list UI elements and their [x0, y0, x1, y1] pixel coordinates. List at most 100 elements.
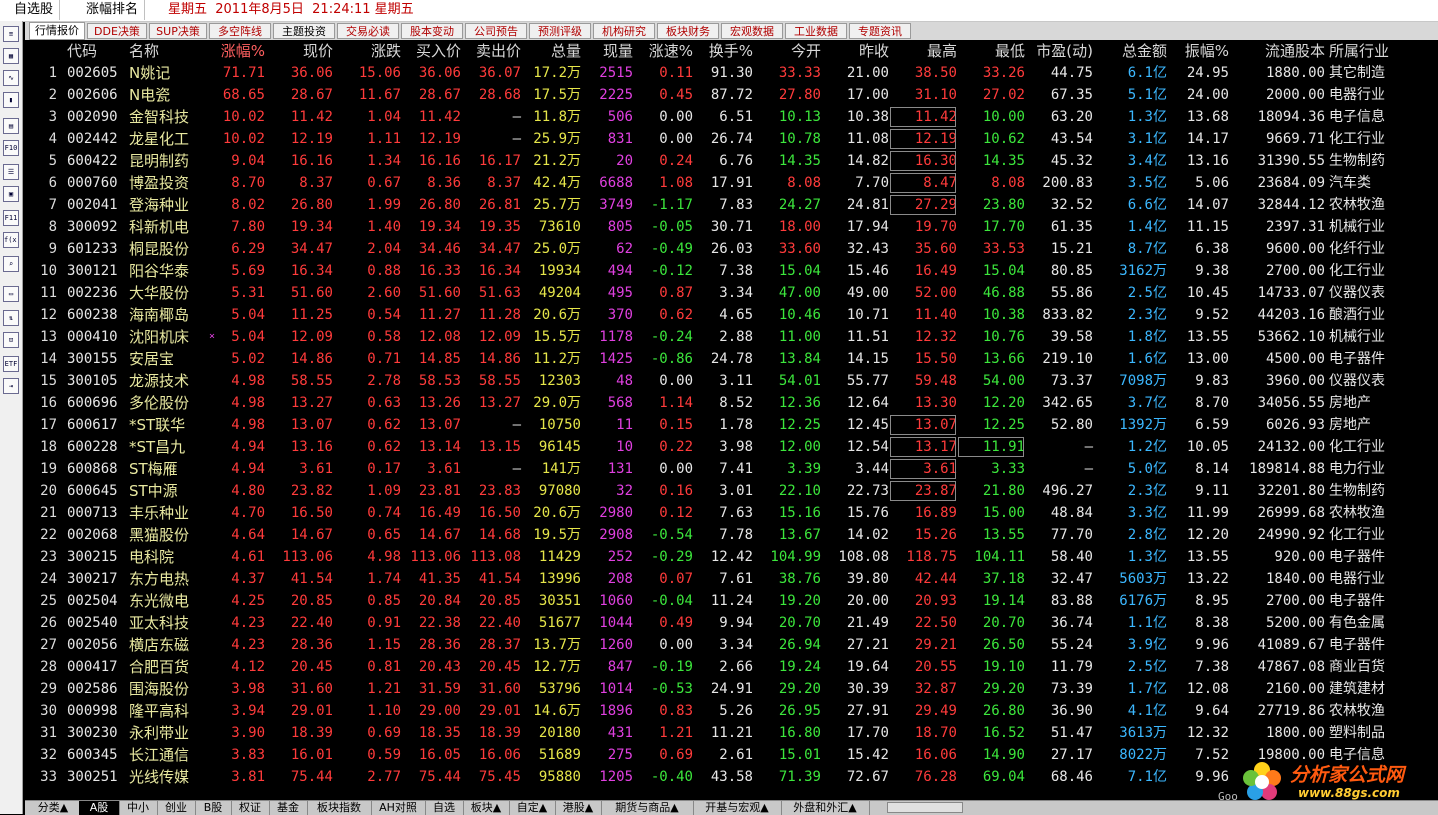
tab-13[interactable]: 专题资讯	[849, 23, 911, 39]
tab-3[interactable]: 多空阵线	[209, 23, 271, 39]
tab-10[interactable]: 板块财务	[657, 23, 719, 39]
column-header-2[interactable]: 涨幅%	[207, 40, 265, 62]
table-row[interactable]: 18 600228 *ST昌九 4.94 13.16 0.62 13.14 13.15 9614…	[25, 436, 1438, 458]
tab-4[interactable]: 主题投资	[273, 23, 335, 39]
table-row[interactable]: 25 002504 东光微电 4.25 20.85 0.85 20.84 20.85 30351…	[25, 590, 1438, 612]
line-chart-icon[interactable]: ∿	[3, 70, 19, 86]
folder-icon[interactable]: ▭	[3, 286, 19, 302]
quote-list-icon[interactable]: ≡	[3, 26, 19, 42]
market-tab-3[interactable]: 创业	[157, 801, 196, 815]
table-row[interactable]: 12 600238 海南椰岛 5.04 11.25 0.54 11.27 11.28 20.6万…	[25, 304, 1438, 326]
market-tab-15[interactable]: 外盘和外汇▲	[781, 801, 870, 815]
table-row[interactable]: 14 300155 安居宝 5.02 14.86 0.71 14.85 14.86 11.2万 1…	[25, 348, 1438, 370]
table-row[interactable]: 4 002442 龙星化工 10.02 12.19 1.11 12.19 — 25.9万 831 0…	[25, 128, 1438, 150]
market-tab-8[interactable]: AH对照	[371, 801, 426, 815]
tab-1[interactable]: DDE决策	[87, 23, 147, 39]
table-row[interactable]: 8 300092 科新机电 7.80 19.34 1.40 19.34 19.35 73610 8…	[25, 216, 1438, 238]
column-header-15[interactable]: 市盈(动)	[1025, 40, 1093, 62]
f11-icon[interactable]: F11	[3, 210, 19, 226]
column-header-11[interactable]: 今开	[753, 40, 821, 62]
tab-9[interactable]: 机构研究	[593, 23, 655, 39]
column-header-19[interactable]: 所属行业	[1329, 40, 1429, 62]
column-header-8[interactable]: 现量	[581, 40, 633, 62]
market-tab-10[interactable]: 板块▲	[463, 801, 510, 815]
table-row[interactable]: 7 002041 登海种业 8.02 26.80 1.99 26.80 26.81 25.7万 3…	[25, 194, 1438, 216]
column-header-4[interactable]: 涨跌	[333, 40, 401, 62]
table-row[interactable]: 28 000417 合肥百货 4.12 20.45 0.81 20.43 20.45 12.7万…	[25, 656, 1438, 678]
column-header-10[interactable]: 换手%	[693, 40, 753, 62]
table-row[interactable]: 9 601233 桐昆股份 6.29 34.47 2.04 34.46 34.47 25.0万 6…	[25, 238, 1438, 260]
column-header-18[interactable]: 流通股本	[1229, 40, 1325, 62]
table-row[interactable]: 32 600345 长江通信 3.83 16.01 0.59 16.05 16.06 51689…	[25, 744, 1438, 766]
table-row[interactable]: 16 600696 多伦股份 4.98 13.27 0.63 13.26 13.27 29.0万…	[25, 392, 1438, 414]
table-row[interactable]: 33 300251 光线传媒 3.81 75.44 2.77 75.44 75.45 95880…	[25, 766, 1438, 788]
column-header-13[interactable]: 最高	[889, 40, 957, 62]
column-header-9[interactable]: 涨速%	[633, 40, 693, 62]
watchlist-button[interactable]: 自选股	[8, 0, 61, 20]
table-row[interactable]: 26 002540 亚太科技 4.23 22.40 0.91 22.38 22.40 51677…	[25, 612, 1438, 634]
tab-11[interactable]: 宏观数据	[721, 23, 783, 39]
tab-0[interactable]: 行情报价	[29, 22, 85, 40]
table-row[interactable]: 21 000713 丰乐种业 4.70 16.50 0.74 16.49 16.50 20.6万…	[25, 502, 1438, 524]
market-tab-7[interactable]: 板块指数	[307, 801, 372, 815]
market-tab-14[interactable]: 开基与宏观▲	[693, 801, 782, 815]
market-tab-6[interactable]: 基金	[269, 801, 308, 815]
table-row[interactable]: 19 600868 ST梅雁 4.94 3.61 0.17 3.61 — 141万 131 0.00…	[25, 458, 1438, 480]
column-header-17[interactable]: 振幅%	[1167, 40, 1229, 62]
horizontal-scrollbar[interactable]	[887, 802, 963, 813]
column-header-7[interactable]: 总量	[521, 40, 581, 62]
market-tab-13[interactable]: 期货与商品▲	[601, 801, 694, 815]
doc-icon[interactable]: ☰	[3, 164, 19, 180]
exit-icon[interactable]: ⇥	[3, 378, 19, 394]
table-row[interactable]: 6 000760 博盈投资 8.70 8.37 0.67 8.36 8.37 42.4万 6688…	[25, 172, 1438, 194]
table-row[interactable]: 5 600422 昆明制药 9.04 16.16 1.34 16.16 16.17 21.2万 2…	[25, 150, 1438, 172]
market-tab-4[interactable]: B股	[195, 801, 232, 815]
table-row[interactable]: 27 002056 横店东磁 4.23 28.36 1.15 28.36 28.37 13.7万…	[25, 634, 1438, 656]
column-header-16[interactable]: 总金额	[1093, 40, 1167, 62]
market-tab-9[interactable]: 自选	[425, 801, 464, 815]
column-header-6[interactable]: 卖出价	[461, 40, 521, 62]
market-tab-2[interactable]: 中小	[119, 801, 158, 815]
info-icon[interactable]: ▣	[3, 186, 19, 202]
table-row[interactable]: 20 600645 ST中源 4.80 23.82 1.09 23.81 23.83 97080…	[25, 480, 1438, 502]
column-header-14[interactable]: 最低	[957, 40, 1025, 62]
table-row[interactable]: 17 600617 *ST联华 4.98 13.07 0.62 13.07 — 10750 11 0…	[25, 414, 1438, 436]
etf-icon[interactable]: ETF	[3, 356, 19, 372]
tab-8[interactable]: 预测评级	[529, 23, 591, 39]
sort-icon[interactable]: ⇅	[3, 310, 19, 326]
table-row[interactable]: 29 002586 围海股份 3.98 31.60 1.21 31.59 31.60 53796…	[25, 678, 1438, 700]
column-header-1[interactable]: 名称	[129, 40, 207, 62]
table-row[interactable]: 24 300217 东方电热 4.37 41.54 1.74 41.35 41.54 13996…	[25, 568, 1438, 590]
table-row[interactable]: 22 002068 黑猫股份 4.64 14.67 0.65 14.67 14.68 19.5万…	[25, 524, 1438, 546]
column-header-12[interactable]: 昨收	[821, 40, 889, 62]
f10-icon[interactable]: F10	[3, 140, 19, 156]
ranking-button[interactable]: 涨幅排名	[80, 0, 146, 20]
market-tab-1[interactable]: A股	[79, 801, 120, 815]
tab-12[interactable]: 工业数据	[785, 23, 847, 39]
fullscreen-icon[interactable]: ⊡	[3, 332, 19, 348]
table-row[interactable]: 3 002090 金智科技 10.02 11.42 1.04 11.42 — 11.8万 506 0…	[25, 106, 1438, 128]
formula-icon[interactable]: f(x)	[3, 232, 19, 248]
tab-5[interactable]: 交易必读	[337, 23, 399, 39]
table-row[interactable]: 31 300230 永利带业 3.90 18.39 0.69 18.35 18.39 20180…	[25, 722, 1438, 744]
table-row[interactable]: 10 300121 阳谷华泰 5.69 16.34 0.88 16.33 16.34 19934…	[25, 260, 1438, 282]
grid-icon[interactable]: ▦	[3, 48, 19, 64]
market-tab-5[interactable]: 权证	[231, 801, 270, 815]
tab-7[interactable]: 公司预告	[465, 23, 527, 39]
report-icon[interactable]: ▤	[3, 118, 19, 134]
table-row[interactable]: 13 000410 沈阳机床 5.04 12.09 0.58 12.08 12.09 15.5万…	[25, 326, 1438, 348]
table-row[interactable]: 30 000998 隆平高科 3.94 29.01 1.10 29.00 29.01 14.6万…	[25, 700, 1438, 722]
column-header-0[interactable]: 代码	[67, 40, 127, 62]
column-header-3[interactable]: 现价	[265, 40, 333, 62]
table-row[interactable]: 1 002605 N姚记 71.71 36.06 15.06 36.06 36.07 17.2万…	[25, 62, 1438, 84]
table-row[interactable]: 11 002236 大华股份 5.31 51.60 2.60 51.60 51.63 49204…	[25, 282, 1438, 304]
table-row[interactable]: 15 300105 龙源技术 4.98 58.55 2.78 58.53 58.55 12303…	[25, 370, 1438, 392]
market-tab-11[interactable]: 自定▲	[509, 801, 556, 815]
search-icon[interactable]: ⌕	[3, 256, 19, 272]
tab-2[interactable]: SUP决策	[149, 23, 207, 39]
market-tab-0[interactable]: 分类▲	[27, 801, 80, 815]
table-row[interactable]: 2 002606 N电瓷 68.65 28.67 11.67 28.67 28.68 17.5万…	[25, 84, 1438, 106]
table-row[interactable]: 23 300215 电科院 4.61 113.06 4.98 113.06 113.08 114…	[25, 546, 1438, 568]
tab-6[interactable]: 股本变动	[401, 23, 463, 39]
column-header-5[interactable]: 买入价	[401, 40, 461, 62]
